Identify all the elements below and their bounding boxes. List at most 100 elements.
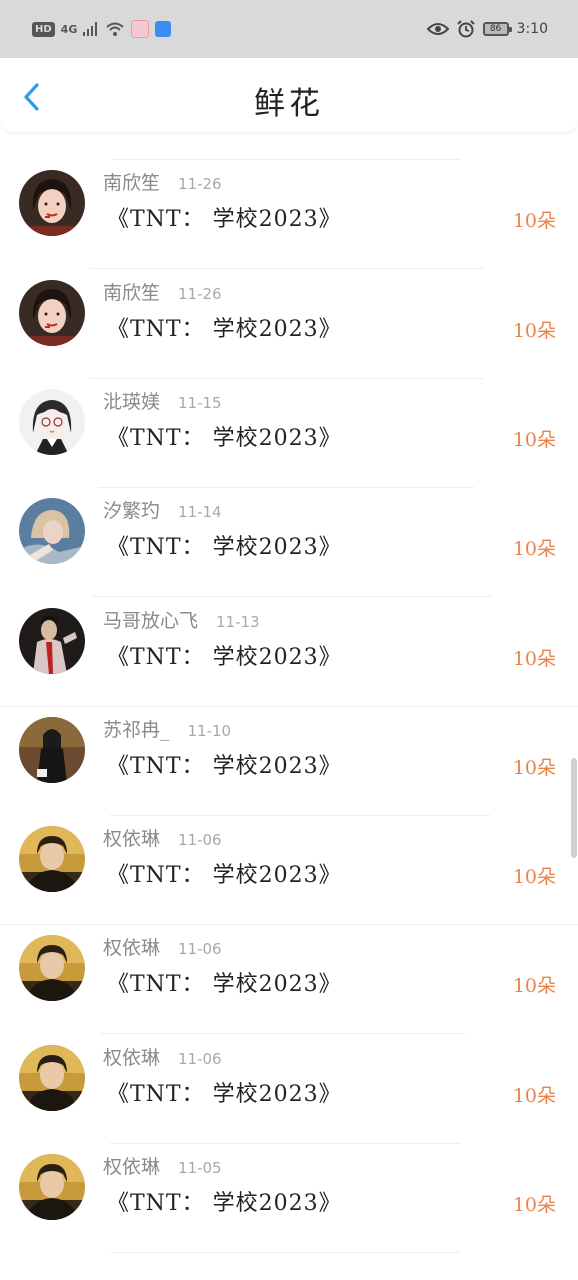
avatar[interactable]: [19, 498, 85, 565]
gift-title: 《TNT： 学校2023》: [107, 753, 342, 779]
flower-count: 10朵: [512, 647, 556, 670]
gift-title: 《TNT： 学校2023》: [107, 425, 342, 451]
flower-count: 10朵: [512, 319, 556, 342]
sender-name-text: 汐繁玓: [103, 500, 161, 523]
sender-name: 南欣笙 11-26: [103, 278, 222, 305]
avatar[interactable]: [19, 170, 85, 237]
sender-name-text: 南欣笙: [103, 172, 161, 195]
eye-icon: [426, 23, 449, 35]
sender-name-text: 苏祁冉_: [103, 718, 170, 741]
gift-title: 《TNT： 学校2023》: [107, 535, 342, 561]
battery-icon: 86: [482, 22, 512, 36]
gift-title: 《TNT： 学校2023》: [107, 863, 342, 889]
nav-bar: 鲜花: [0, 58, 578, 132]
avatar-image: [19, 1044, 85, 1111]
sender-name-text: 权依琳: [103, 1156, 161, 1178]
scrollbar-thumb[interactable]: [571, 758, 577, 858]
send-date: 11-06: [178, 831, 222, 850]
status-right: 86 3:10: [426, 19, 548, 39]
flower-count: 10朵: [512, 866, 556, 889]
list-item[interactable]: 《TNT： 学校2023》 10朵: [0, 132, 578, 160]
wifi-icon: [106, 22, 125, 36]
page-title: 鲜花: [254, 86, 324, 122]
avatar-image: [19, 498, 85, 565]
sender-name-text: 马哥放心飞: [103, 609, 199, 632]
app-notification-icon: [131, 20, 150, 38]
signal-label: 4G: [60, 22, 78, 36]
sender-name: 权依琳 11-06: [103, 1043, 222, 1070]
list-item[interactable]: 汐繁玓 11-14 《TNT： 学校2023》 10朵: [0, 488, 578, 598]
gift-title: 《TNT： 学校2023》: [107, 1191, 342, 1216]
gift-title: 《TNT： 学校2023》: [107, 1081, 342, 1107]
send-date: 11-06: [178, 1049, 222, 1068]
sender-name: 沘瑛媄 11-15: [103, 387, 222, 414]
avatar[interactable]: [19, 279, 85, 346]
list-item[interactable]: 沘瑛媄 11-15 《TNT： 学校2023》 10朵: [0, 379, 578, 488]
sender-name: 南欣笙 11-26: [103, 168, 222, 195]
sender-name: 马哥放心飞 11-13: [103, 606, 260, 633]
avatar-image: [19, 388, 85, 455]
flower-count: 10朵: [512, 538, 556, 561]
list-item[interactable]: 马哥放心飞 11-13 《TNT： 学校2023》 10朵: [0, 598, 578, 707]
avatar[interactable]: [19, 388, 85, 455]
flower-count: 10朵: [512, 1084, 556, 1107]
alarm-icon: [456, 20, 475, 38]
send-date: 11-14: [178, 503, 222, 522]
avatar[interactable]: [19, 935, 85, 1002]
cloud-app-icon: [155, 21, 172, 37]
list-item[interactable]: 南欣笙 11-26 《TNT： 学校2023》 10朵: [0, 160, 578, 270]
avatar[interactable]: [19, 716, 85, 783]
status-left: HD 4G: [32, 19, 172, 39]
avatar[interactable]: [19, 826, 85, 893]
sender-name-text: 权依琳: [103, 937, 161, 960]
send-date: 11-13: [216, 612, 260, 631]
send-date: 11-10: [187, 721, 232, 740]
sender-name-text: 权依琳: [103, 828, 161, 851]
send-date: 11-05: [178, 1159, 222, 1177]
avatar[interactable]: [19, 607, 85, 674]
battery-level: 86: [489, 24, 502, 34]
sender-name: 权依琳 11-05: [103, 1152, 222, 1179]
avatar[interactable]: [19, 1044, 85, 1111]
sender-name: 苏祁冉_ 11-10: [103, 715, 231, 742]
avatar-image: [19, 826, 85, 893]
flower-gift-list: 《TNT： 学校2023》 10朵 南欣笙 11-26 《TNT： 学校2023》…: [0, 132, 578, 1280]
avatar-image: [19, 935, 85, 1002]
flower-count: 10朵: [512, 1194, 556, 1216]
send-date: 11-06: [178, 940, 222, 959]
sender-name: 权依琳 11-06: [103, 933, 222, 960]
gift-title: 《TNT： 学校2023》: [107, 972, 342, 998]
gift-title: 《TNT： 学校2023》: [107, 644, 342, 670]
flower-count: 10朵: [512, 428, 556, 451]
flower-count: 10朵: [512, 975, 556, 998]
list-item[interactable]: 权依琳 11-06 《TNT： 学校2023》 10朵: [0, 1035, 578, 1144]
gift-title: 《TNT： 学校2023》: [107, 316, 342, 342]
avatar-image: [19, 279, 85, 346]
sender-name-text: 南欣笙: [103, 281, 161, 304]
avatar-image: [19, 170, 85, 237]
signal-bars-icon: [83, 22, 98, 36]
sender-name-text: 沘瑛媄: [103, 390, 161, 413]
avatar[interactable]: [19, 1154, 85, 1220]
status-bar: HD 4G 86 3:10: [0, 0, 578, 58]
hd-badge: HD: [32, 21, 55, 37]
send-date: 11-26: [178, 284, 222, 303]
sender-name: 权依琳 11-06: [103, 824, 222, 851]
list-item[interactable]: 苏祁冉_ 11-10 《TNT： 学校2023》 10朵: [0, 707, 578, 816]
avatar-image: [19, 607, 85, 674]
list-item[interactable]: 南欣笙 11-26 《TNT： 学校2023》 10朵: [0, 270, 578, 379]
sender-name-text: 权依琳: [103, 1046, 161, 1069]
list-item[interactable]: 权依琳 11-06 《TNT： 学校2023》 10朵: [0, 816, 578, 926]
flower-count: 10朵: [512, 210, 556, 233]
send-date: 11-26: [178, 175, 222, 194]
send-date: 11-15: [178, 393, 222, 412]
gift-title: 《TNT： 学校2023》: [107, 207, 342, 233]
divider: [110, 1252, 460, 1253]
avatar-image: [19, 1154, 85, 1220]
list-item[interactable]: 权依琳 11-06 《TNT： 学校2023》 10朵: [0, 925, 578, 1035]
flower-count: 10朵: [512, 756, 556, 779]
sender-name: 汐繁玓 11-14: [103, 496, 222, 523]
list-item[interactable]: 权依琳 11-05 《TNT： 学校2023》 10朵: [0, 1144, 578, 1253]
avatar-image: [19, 716, 85, 783]
clock-time: 3:10: [516, 21, 548, 37]
